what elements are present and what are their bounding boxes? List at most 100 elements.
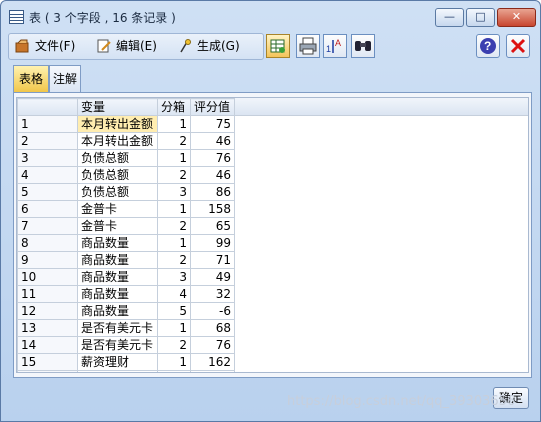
table-row[interactable]: 9 商品数量 2 71 <box>17 251 235 269</box>
table-row[interactable]: 5 负债总额 3 86 <box>17 183 235 201</box>
row-number-cell[interactable]: 5 <box>17 183 78 201</box>
score-cell[interactable]: 99 <box>190 234 235 252</box>
variable-cell[interactable]: 商品数量 <box>77 302 158 320</box>
bin-cell[interactable]: 1 <box>157 115 191 133</box>
row-number-cell[interactable]: 2 <box>17 132 78 150</box>
bin-cell[interactable]: 2 <box>157 166 191 184</box>
column-header-score[interactable]: 评分值 <box>190 98 235 116</box>
close-dialog-button[interactable] <box>506 34 530 58</box>
score-cell[interactable]: 49 <box>190 268 235 286</box>
row-number-cell[interactable]: 9 <box>17 251 78 269</box>
row-number-cell[interactable]: 16 <box>17 370 78 372</box>
bin-cell[interactable]: 1 <box>157 149 191 167</box>
score-cell[interactable]: 68 <box>190 319 235 337</box>
score-cell[interactable]: 158 <box>190 200 235 218</box>
score-cell[interactable]: 46 <box>190 166 235 184</box>
row-number-cell[interactable]: 4 <box>17 166 78 184</box>
variable-cell[interactable]: 负债总额 <box>77 149 158 167</box>
table-row[interactable]: 10 商品数量 3 49 <box>17 268 235 286</box>
close-window-button[interactable]: ✕ <box>497 8 536 27</box>
row-number-cell[interactable]: 6 <box>17 200 78 218</box>
table-row[interactable]: 14 是否有美元卡 2 76 <box>17 336 235 354</box>
variable-cell[interactable]: 是否有美元卡 <box>77 319 158 337</box>
column-header-bin[interactable]: 分箱 <box>157 98 191 116</box>
bin-cell[interactable]: 3 <box>157 183 191 201</box>
tab-table[interactable]: 表格 <box>13 65 49 94</box>
bin-cell[interactable]: 2 <box>157 217 191 235</box>
score-cell[interactable]: 65 <box>190 217 235 235</box>
find-button[interactable] <box>351 34 375 58</box>
score-cell[interactable]: 46 <box>190 132 235 150</box>
row-number-cell[interactable]: 7 <box>17 217 78 235</box>
variable-cell[interactable]: 本月转出金额 <box>77 132 158 150</box>
generate-menu[interactable]: 生成(G) <box>177 35 240 57</box>
bin-cell[interactable]: 4 <box>157 285 191 303</box>
row-number-cell[interactable]: 11 <box>17 285 78 303</box>
bin-cell[interactable]: 3 <box>157 268 191 286</box>
maximize-button[interactable]: □ <box>466 8 495 27</box>
table-row[interactable]: 1 本月转出金额 1 75 <box>17 115 235 133</box>
bin-cell[interactable]: 1 <box>157 234 191 252</box>
score-cell[interactable]: 162 <box>190 353 235 371</box>
variable-cell[interactable]: 薪资理财 <box>77 353 158 371</box>
row-number-cell[interactable]: 12 <box>17 302 78 320</box>
bin-cell[interactable]: 2 <box>157 370 191 372</box>
score-cell[interactable]: 76 <box>190 336 235 354</box>
score-cell[interactable]: 86 <box>190 183 235 201</box>
table-row[interactable]: 7 金普卡 2 65 <box>17 217 235 235</box>
bin-cell[interactable]: 1 <box>157 200 191 218</box>
table-row[interactable]: 2 本月转出金额 2 46 <box>17 132 235 150</box>
row-number-cell[interactable]: 14 <box>17 336 78 354</box>
variable-cell[interactable]: 是否有美元卡 <box>77 336 158 354</box>
variable-cell[interactable]: 本月转出金额 <box>77 115 158 133</box>
table-row[interactable]: 15 薪资理财 1 162 <box>17 353 235 371</box>
table-row[interactable]: 12 商品数量 5 -6 <box>17 302 235 320</box>
edit-menu[interactable]: 编辑(E) <box>96 35 157 57</box>
bin-cell[interactable]: 5 <box>157 302 191 320</box>
table-row[interactable]: 6 金普卡 1 158 <box>17 200 235 218</box>
row-number-cell[interactable]: 8 <box>17 234 78 252</box>
variable-cell[interactable]: 商品数量 <box>77 268 158 286</box>
variable-cell[interactable]: 金普卡 <box>77 200 158 218</box>
variable-cell[interactable]: 商品数量 <box>77 285 158 303</box>
score-cell[interactable]: -6 <box>190 302 235 320</box>
bin-cell[interactable]: 1 <box>157 353 191 371</box>
bin-cell[interactable]: 2 <box>157 336 191 354</box>
table-row[interactable]: 8 商品数量 1 99 <box>17 234 235 252</box>
variable-cell[interactable]: 负债总额 <box>77 183 158 201</box>
table-row[interactable]: 4 负债总额 2 46 <box>17 166 235 184</box>
bin-cell[interactable]: 1 <box>157 319 191 337</box>
variable-cell[interactable]: 负债总额 <box>77 166 158 184</box>
table-row[interactable]: 11 商品数量 4 32 <box>17 285 235 303</box>
print-button[interactable] <box>296 34 320 58</box>
row-number-cell[interactable]: 15 <box>17 353 78 371</box>
row-number-cell[interactable]: 10 <box>17 268 78 286</box>
bin-cell[interactable]: 2 <box>157 132 191 150</box>
data-grid[interactable]: 变量 分箱 评分值 1 本月转出金额 1 75 2 本月转出金额 2 46 3 负债总额 1 76 4 负… <box>16 97 529 373</box>
table-row[interactable]: 16薪资理财269 <box>17 370 235 372</box>
sort-button[interactable]: 1A <box>323 34 347 58</box>
row-number-cell[interactable]: 13 <box>17 319 78 337</box>
file-menu[interactable]: 文件(F) <box>15 35 75 57</box>
table-row[interactable]: 13 是否有美元卡 1 68 <box>17 319 235 337</box>
score-cell[interactable]: 69 <box>190 370 235 372</box>
score-cell[interactable]: 71 <box>190 251 235 269</box>
row-number-cell[interactable]: 1 <box>17 115 78 133</box>
score-cell[interactable]: 32 <box>190 285 235 303</box>
score-cell[interactable]: 75 <box>190 115 235 133</box>
column-header-index[interactable] <box>17 98 78 116</box>
title-bar[interactable]: 表 ( 3 个字段 , 16 条记录 ) — □ ✕ <box>1 1 540 31</box>
variable-cell[interactable]: 金普卡 <box>77 217 158 235</box>
column-header-variable[interactable]: 变量 <box>77 98 158 116</box>
table-row[interactable]: 3 负债总额 1 76 <box>17 149 235 167</box>
tab-annotations[interactable]: 注解 <box>49 65 81 93</box>
variable-cell[interactable]: 商品数量 <box>77 234 158 252</box>
row-number-cell[interactable]: 3 <box>17 149 78 167</box>
variable-cell[interactable]: 薪资理财 <box>77 370 158 372</box>
score-cell[interactable]: 76 <box>190 149 235 167</box>
export-table-button[interactable] <box>266 34 290 58</box>
minimize-button[interactable]: — <box>435 8 464 27</box>
help-button[interactable]: ? <box>476 34 500 58</box>
variable-cell[interactable]: 商品数量 <box>77 251 158 269</box>
bin-cell[interactable]: 2 <box>157 251 191 269</box>
